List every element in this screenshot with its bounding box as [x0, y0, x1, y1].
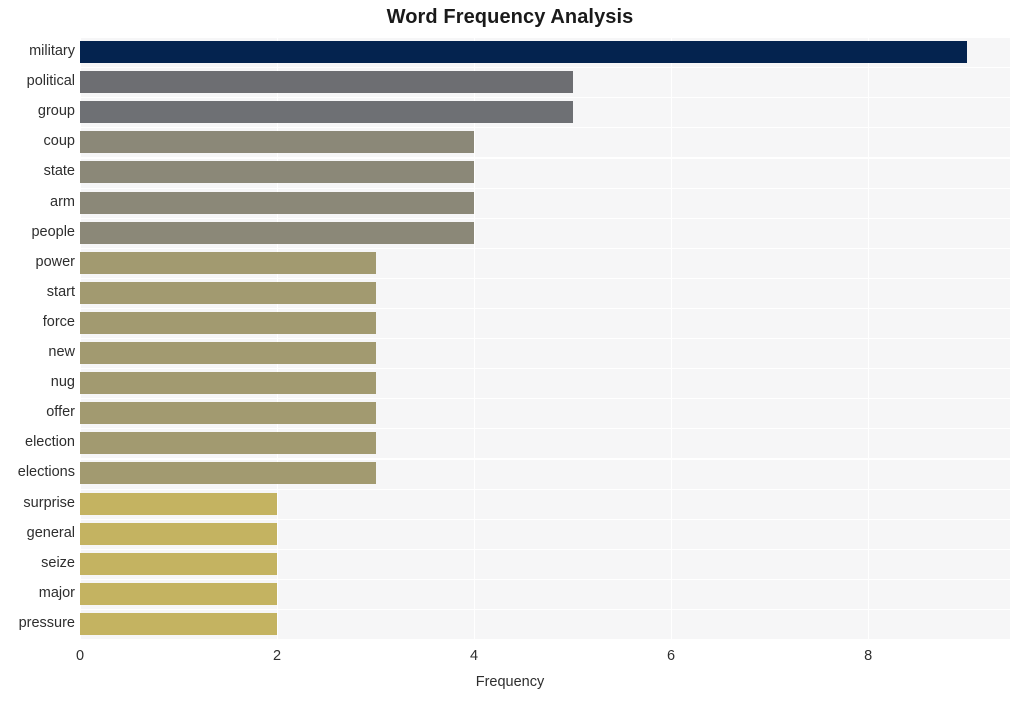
bar — [80, 101, 573, 124]
horizontal-gridline — [80, 488, 1010, 490]
horizontal-gridline — [80, 277, 1010, 279]
bar — [80, 372, 376, 395]
x-axis-tick-label: 2 — [272, 648, 282, 664]
horizontal-gridline — [80, 247, 1010, 249]
horizontal-gridline — [80, 338, 1010, 340]
y-axis-tick-label: elections — [17, 464, 75, 481]
vertical-gridline — [671, 37, 673, 639]
y-axis-tick-label: force — [42, 313, 75, 330]
bar — [80, 402, 376, 425]
vertical-gridline — [474, 37, 476, 639]
bar — [80, 251, 376, 274]
y-axis-tick-label: power — [35, 253, 76, 270]
y-axis-tick-label: arm — [50, 193, 75, 210]
y-axis-tick-label: military — [29, 43, 75, 60]
horizontal-gridline — [80, 217, 1010, 219]
bar — [80, 612, 278, 635]
horizontal-gridline — [80, 548, 1010, 550]
y-axis-tick-label: group — [37, 103, 75, 120]
bar — [80, 492, 278, 515]
horizontal-gridline — [80, 37, 1010, 39]
y-axis-tick-label: surprise — [23, 494, 75, 511]
bar — [80, 342, 376, 365]
bar — [80, 311, 376, 334]
horizontal-gridline — [80, 608, 1010, 611]
bar — [80, 161, 475, 184]
horizontal-gridline — [80, 368, 1010, 370]
horizontal-gridline — [80, 97, 1010, 99]
bar — [80, 221, 475, 244]
plot-area — [80, 37, 1010, 639]
y-axis-tick-label: general — [26, 524, 75, 541]
y-axis-tick-label: political — [26, 73, 75, 90]
y-axis-tick-label: pressure — [18, 614, 75, 631]
bar — [80, 432, 376, 455]
bar — [80, 522, 278, 545]
horizontal-gridline — [80, 578, 1010, 580]
horizontal-gridline — [80, 458, 1010, 460]
x-axis-tick-label: 6 — [667, 648, 676, 664]
vertical-gridline — [277, 37, 279, 639]
y-axis-tick-label: major — [38, 584, 75, 601]
y-axis-tick-label: nug — [50, 374, 75, 391]
horizontal-gridline — [80, 127, 1010, 129]
y-axis-tick-label: election — [25, 434, 75, 451]
bar — [80, 41, 967, 64]
bar — [80, 71, 573, 94]
chart-figure: Word Frequency Analysis military politica… — [0, 0, 1020, 701]
y-axis-tick-label: new — [48, 344, 75, 361]
y-axis-tick-label: seize — [41, 554, 75, 571]
horizontal-gridline — [80, 67, 1010, 69]
horizontal-gridline — [80, 187, 1010, 189]
bar — [80, 281, 376, 304]
x-axis-tick-label: 8 — [864, 648, 873, 664]
y-axis-tick-label: offer — [46, 404, 75, 421]
y-axis-tick-label: start — [46, 283, 75, 300]
horizontal-gridline — [80, 428, 1010, 430]
bar — [80, 552, 278, 575]
horizontal-gridline — [80, 398, 1010, 400]
vertical-gridline — [868, 37, 870, 639]
horizontal-gridline — [80, 307, 1010, 310]
x-axis-title: Frequency — [475, 674, 545, 690]
y-axis-tick-label: state — [43, 163, 75, 180]
x-axis-tick-label: 0 — [75, 648, 85, 664]
bar — [80, 191, 475, 214]
y-axis-tick-label: people — [31, 223, 75, 240]
horizontal-gridline — [80, 157, 1010, 159]
vertical-gridline — [80, 37, 82, 639]
bar — [80, 462, 376, 485]
bar — [80, 131, 475, 154]
bar — [80, 582, 278, 605]
horizontal-gridline — [80, 518, 1010, 520]
x-axis-tick-label: 4 — [470, 648, 479, 664]
chart-title: Word Frequency Analysis — [386, 6, 634, 28]
y-axis-tick-label: coup — [43, 133, 75, 150]
